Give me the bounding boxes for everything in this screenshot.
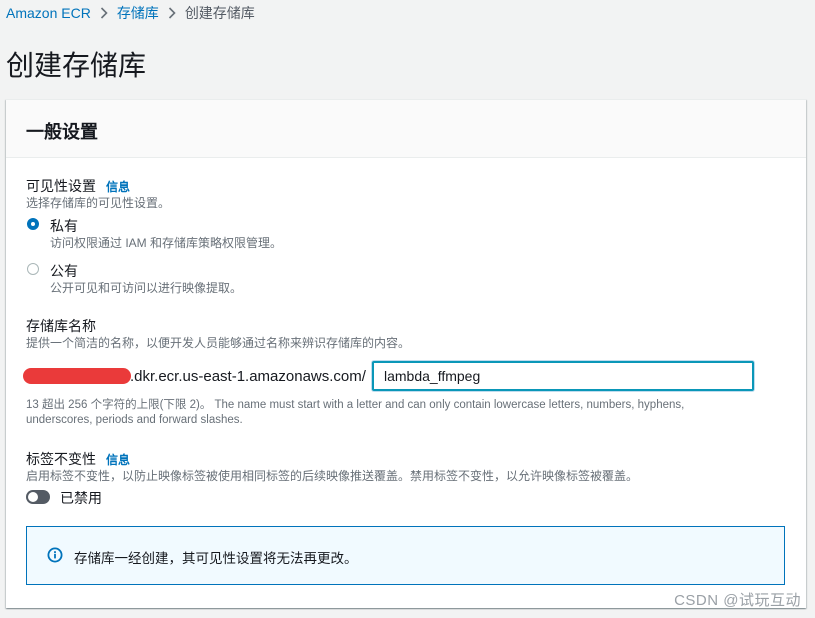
- tag-immutability-toggle[interactable]: [26, 490, 50, 504]
- visibility-info-link[interactable]: 信息: [106, 180, 130, 194]
- private-radio[interactable]: [27, 218, 39, 230]
- toggle-knob: [28, 492, 38, 502]
- alert-text: 存储库一经创建，其可见性设置将无法再更改。: [74, 551, 358, 566]
- visibility-label-row: 可见性设置 信息: [26, 176, 130, 196]
- breadcrumb: Amazon ECR 存储库 创建存储库: [6, 4, 255, 22]
- repo-name-input[interactable]: [372, 361, 754, 391]
- tag-immutability-label: 标签不变性: [26, 451, 96, 467]
- tag-immutability-description: 启用标签不变性，以防止映像标签被使用相同标签的后续映像推送覆盖。禁用标签不变性，…: [26, 469, 639, 483]
- info-icon: [47, 547, 63, 563]
- tag-immutability-label-row: 标签不变性 信息: [26, 449, 130, 469]
- visibility-label: 可见性设置: [26, 178, 96, 194]
- breadcrumb-amazon-ecr-link[interactable]: Amazon ECR: [6, 5, 91, 21]
- tag-immutability-toggle-label: 已禁用: [60, 490, 102, 506]
- public-radio[interactable]: [27, 263, 39, 275]
- repo-uri-suffix: .dkr.ecr.us-east-1.amazonaws.com/: [130, 368, 366, 385]
- private-radio-label[interactable]: 私有: [50, 216, 78, 236]
- panel-title: 一般设置: [26, 122, 98, 142]
- breadcrumb-current: 创建存储库: [184, 5, 255, 21]
- chevron-right-icon: [168, 7, 176, 19]
- redacted-account-id: [23, 368, 131, 384]
- public-radio-description: 公开可见和可访问以进行映像提取。: [50, 281, 243, 295]
- visibility-description: 选择存储库的可见性设置。: [26, 196, 171, 210]
- chevron-right-icon: [100, 7, 108, 19]
- panel-header: 一般设置: [6, 100, 806, 158]
- private-radio-description: 访问权限通过 IAM 和存储库策略权限管理。: [50, 236, 283, 250]
- visibility-alert: 存储库一经创建，其可见性设置将无法再更改。: [26, 526, 785, 585]
- csdn-watermark: CSDN @试玩互动: [674, 592, 801, 609]
- page-title: 创建存储库: [6, 50, 147, 81]
- breadcrumb-repositories-link[interactable]: 存储库: [117, 3, 159, 23]
- tag-immutability-info-link[interactable]: 信息: [106, 453, 130, 467]
- repo-name-constraint: 13 超出 256 个字符的上限(下限 2)。 The name must st…: [26, 399, 685, 426]
- public-radio-label[interactable]: 公有: [50, 261, 78, 281]
- repo-name-label: 存储库名称: [26, 318, 96, 334]
- general-settings-panel: 一般设置 可见性设置 信息 选择存储库的可见性设置。 私有 访问权限通过 IAM …: [6, 99, 806, 608]
- repo-name-description: 提供一个简洁的名称，以便开发人员能够通过名称来辨识存储库的内容。: [26, 336, 411, 350]
